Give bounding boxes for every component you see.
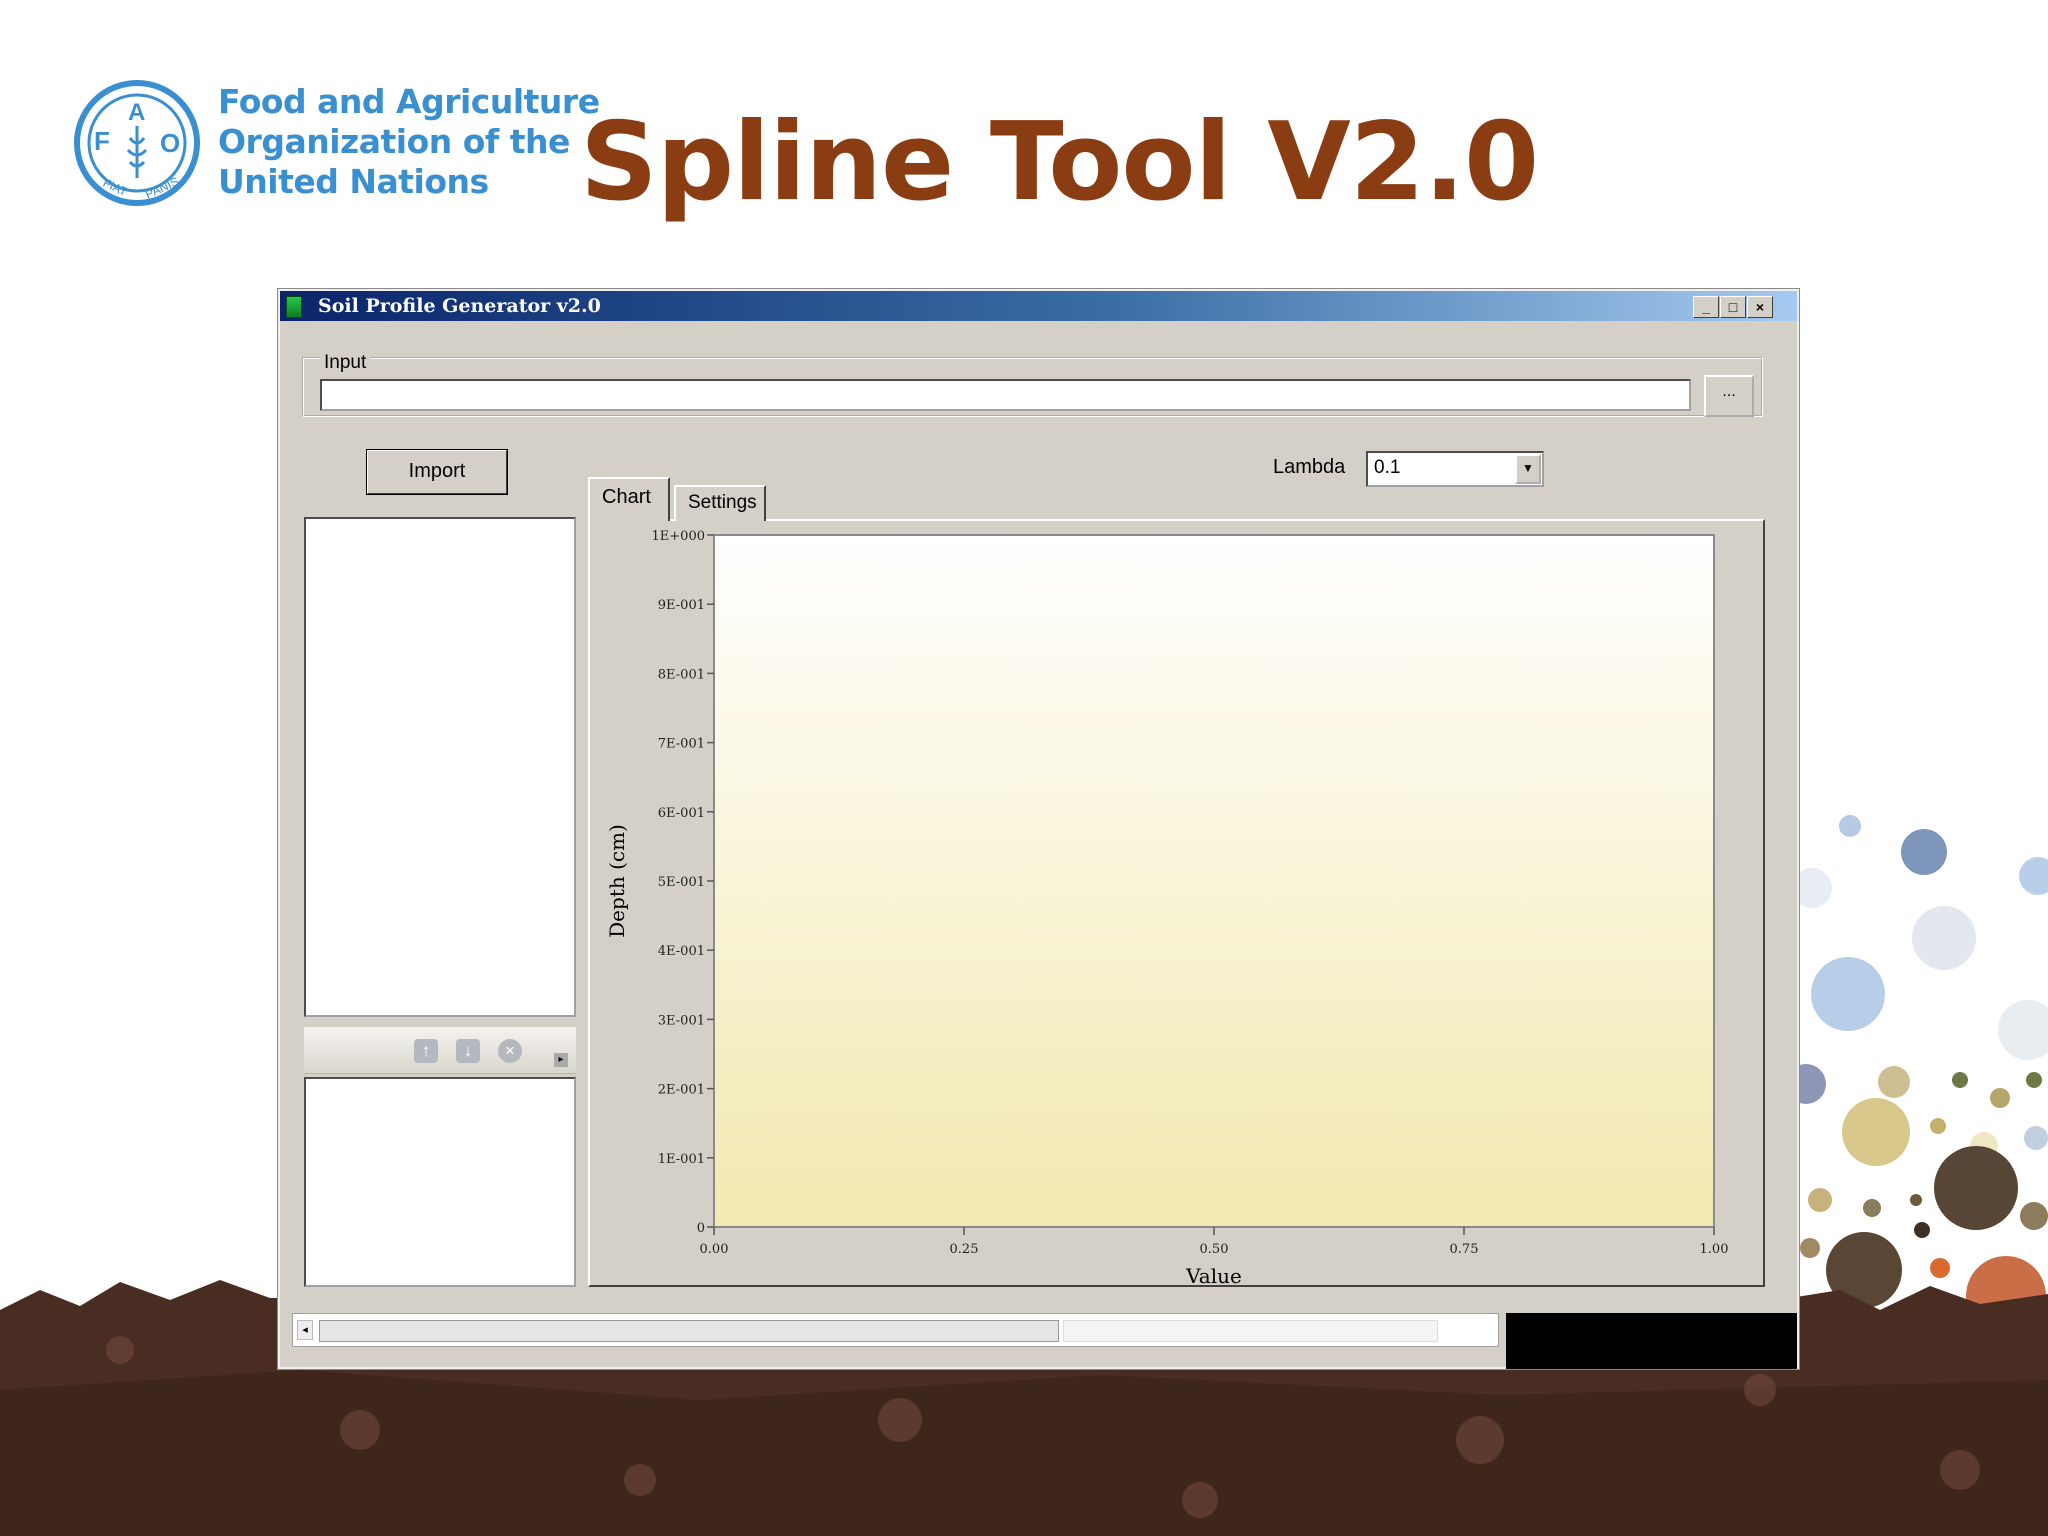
- y-tick-label: 7E-001: [658, 737, 705, 752]
- x-axis: 0.00 0.25 0.50 0.75 1.00: [700, 1227, 1729, 1257]
- x-tick-label: 0.25: [950, 1242, 979, 1257]
- y-tick-label: 2E-001: [658, 1083, 705, 1098]
- svg-text:F: F: [94, 126, 110, 156]
- y-tick-label: 9E-001: [658, 598, 705, 613]
- minimize-button[interactable]: _: [1693, 296, 1719, 318]
- y-axis-label: Depth (cm): [605, 824, 629, 938]
- org-name-line: Organization of the: [218, 122, 570, 161]
- x-tick-label: 0.75: [1450, 1242, 1479, 1257]
- black-region: [1506, 1313, 1797, 1369]
- slide-title: Spline Tool V2.0: [580, 100, 1539, 225]
- browse-button[interactable]: ...: [1704, 375, 1754, 417]
- title-bar[interactable]: Soil Profile Generator v2.0 _ □ ×: [280, 291, 1797, 321]
- import-button[interactable]: Import: [366, 449, 508, 495]
- plot-area: [713, 534, 1715, 1228]
- input-path-field[interactable]: [320, 379, 1691, 411]
- x-tick-label: 1.00: [1700, 1242, 1729, 1257]
- lambda-select[interactable]: 0.1 ▼: [1366, 451, 1544, 487]
- toolbar-overflow-icon[interactable]: ▸: [554, 1053, 568, 1067]
- org-name-line: Food and Agriculture: [218, 82, 600, 121]
- y-tick-label: 1E+000: [652, 529, 705, 544]
- close-button[interactable]: ×: [1747, 296, 1773, 318]
- list-toolbar: ↑ ↓ ×: [304, 1027, 576, 1074]
- arrow-down-icon[interactable]: ↓: [456, 1039, 480, 1063]
- soil-profile-generator-window: Soil Profile Generator v2.0 _ □ × Input …: [278, 289, 1799, 1369]
- scroll-thumb[interactable]: [319, 1320, 1059, 1342]
- svg-text:O: O: [160, 128, 180, 158]
- scroll-left-icon[interactable]: ◂: [297, 1320, 313, 1340]
- svg-text:A: A: [128, 99, 145, 126]
- horizontal-scrollbar[interactable]: ◂: [292, 1313, 1499, 1347]
- remove-icon[interactable]: ×: [498, 1039, 522, 1063]
- depth-chart: 0 1E-001 2E-001 3E-001 4E-001 5E-001 6E-001 7E-…: [605, 529, 1729, 1285]
- chevron-down-icon[interactable]: ▼: [1515, 454, 1541, 484]
- organization-name: Food and Agriculture Organization of the…: [218, 82, 600, 202]
- y-tick-label: 8E-001: [658, 667, 705, 682]
- maximize-button[interactable]: □: [1720, 296, 1746, 318]
- lambda-value: 0.1: [1374, 457, 1401, 478]
- y-tick-label: 4E-001: [658, 944, 705, 959]
- arrow-up-icon[interactable]: ↑: [414, 1039, 438, 1063]
- input-group-label: Input: [320, 353, 371, 373]
- org-name-line: United Nations: [218, 162, 489, 201]
- tab-chart[interactable]: Chart: [588, 477, 670, 521]
- y-tick-label: 5E-001: [658, 875, 705, 890]
- x-tick-label: 0.00: [700, 1242, 729, 1257]
- y-tick-label: 0: [697, 1221, 705, 1236]
- x-tick-label: 0.50: [1200, 1242, 1229, 1257]
- tab-settings[interactable]: Settings: [674, 485, 766, 521]
- decorative-dots: [1786, 815, 2048, 1336]
- y-axis: 0 1E-001 2E-001 3E-001 4E-001 5E-001 6E-001 7E-…: [652, 529, 714, 1236]
- y-tick-label: 1E-001: [658, 1152, 705, 1167]
- lambda-label: Lambda: [1273, 456, 1346, 478]
- profile-list[interactable]: [304, 517, 576, 1017]
- app-icon: [286, 296, 302, 318]
- layer-list[interactable]: [304, 1077, 576, 1287]
- window-title: Soil Profile Generator v2.0: [318, 295, 601, 317]
- scroll-track[interactable]: [1063, 1320, 1438, 1342]
- fao-logo: F A O FIAT PANIS: [74, 80, 200, 206]
- x-axis-label: Value: [1185, 1264, 1242, 1285]
- y-tick-label: 3E-001: [658, 1013, 705, 1028]
- y-tick-label: 6E-001: [658, 806, 705, 821]
